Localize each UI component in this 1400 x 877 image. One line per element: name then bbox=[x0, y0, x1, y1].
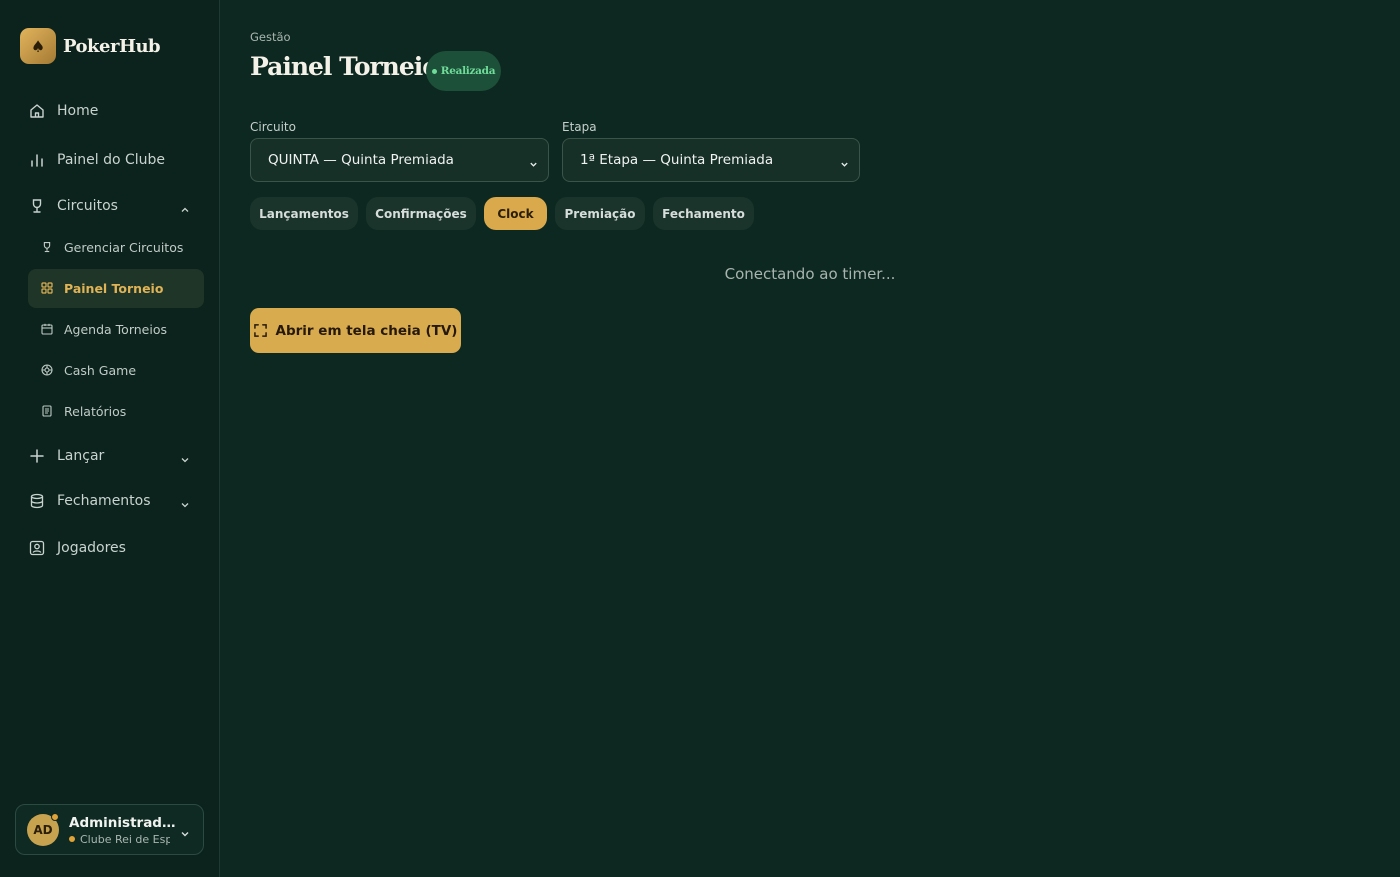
chevron-down-icon bbox=[180, 824, 190, 843]
home-icon bbox=[28, 102, 46, 120]
circuit-label: Circuito bbox=[250, 120, 296, 134]
sidebar-item-lancar[interactable]: Lançar bbox=[28, 437, 204, 475]
sidebar-item-label: Circuitos bbox=[57, 198, 118, 214]
online-status-dot bbox=[51, 813, 59, 821]
sidebar-item-label: Lançar bbox=[57, 448, 105, 464]
brand-name: PokerHub bbox=[63, 35, 161, 57]
tab-premiacao[interactable]: Premiação bbox=[555, 197, 645, 230]
breadcrumb: Gestão bbox=[250, 30, 291, 44]
page-title: Painel Torneio bbox=[250, 52, 439, 81]
sidebar-item-label: Painel do Clube bbox=[57, 152, 166, 168]
user-name: Administrador ... bbox=[69, 815, 179, 831]
status-badge: Realizada bbox=[426, 51, 501, 91]
sidebar-item-painel-clube[interactable]: Painel do Clube bbox=[28, 141, 204, 179]
status-badge-label: Realizada bbox=[440, 65, 496, 77]
stage-select-value: 1ª Etapa — Quinta Premiada bbox=[580, 152, 774, 168]
sidebar-item-jogadores[interactable]: Jogadores bbox=[28, 529, 204, 567]
database-icon bbox=[28, 492, 46, 510]
user-square-icon bbox=[28, 539, 46, 557]
tab-confirmacoes[interactable]: Confirmações bbox=[366, 197, 476, 230]
trophy-icon bbox=[28, 197, 46, 215]
sidebar-item-fechamentos[interactable]: Fechamentos bbox=[28, 482, 204, 520]
sidebar-item-label: Home bbox=[57, 103, 99, 119]
user-club: Clube Rei de Espadas bbox=[69, 833, 170, 846]
chip-icon bbox=[41, 361, 53, 380]
sidebar-subitem-gerenciar-circuitos[interactable]: Gerenciar Circuitos bbox=[28, 228, 204, 267]
bar-chart-icon bbox=[28, 151, 46, 169]
brand[interactable]: ♠ PokerHub bbox=[20, 28, 161, 64]
sidebar-item-home[interactable]: Home bbox=[28, 92, 204, 130]
tab-fechamento[interactable]: Fechamento bbox=[653, 197, 754, 230]
plus-icon bbox=[28, 447, 46, 465]
stage-label: Etapa bbox=[562, 120, 597, 134]
chevron-down-icon bbox=[180, 495, 190, 514]
spade-logo-icon: ♠ bbox=[20, 28, 56, 64]
sidebar-item-label: Fechamentos bbox=[57, 493, 151, 509]
sidebar: ♠ PokerHub Home Painel do Clube Circuito… bbox=[0, 0, 220, 877]
circuit-select-value: QUINTA — Quinta Premiada bbox=[268, 152, 454, 168]
club-status-dot bbox=[69, 836, 75, 842]
sidebar-subitem-label: Relatórios bbox=[64, 404, 127, 419]
status-dot bbox=[431, 68, 437, 74]
chevron-down-icon bbox=[529, 157, 538, 173]
grid-icon bbox=[41, 279, 53, 298]
sidebar-subitem-label: Cash Game bbox=[64, 363, 137, 378]
sidebar-subitem-label: Gerenciar Circuitos bbox=[64, 240, 184, 255]
trophy-icon bbox=[41, 238, 53, 257]
fullscreen-tv-button[interactable]: Abrir em tela cheia (TV) bbox=[250, 308, 461, 353]
sidebar-item-circuitos[interactable]: Circuitos bbox=[28, 187, 204, 225]
sidebar-subitem-painel-torneio[interactable]: Painel Torneio bbox=[28, 269, 204, 308]
sidebar-subitem-agenda-torneios[interactable]: Agenda Torneios bbox=[28, 310, 204, 349]
sidebar-item-label: Jogadores bbox=[57, 540, 126, 556]
sidebar-subitem-relatorios[interactable]: Relatórios bbox=[28, 392, 204, 431]
fullscreen-icon bbox=[253, 324, 267, 337]
sidebar-subitem-cash-game[interactable]: Cash Game bbox=[28, 351, 204, 390]
tab-clock[interactable]: Clock bbox=[484, 197, 547, 230]
stage-select[interactable]: 1ª Etapa — Quinta Premiada bbox=[562, 138, 860, 182]
chevron-down-icon bbox=[840, 157, 849, 173]
user-menu[interactable]: AD Administrador ... Clube Rei de Espada… bbox=[15, 804, 204, 855]
user-club-label: Clube Rei de Espadas bbox=[80, 833, 170, 846]
timer-connection-status: Conectando ao timer... bbox=[724, 265, 896, 283]
report-icon bbox=[41, 402, 53, 421]
tab-lancamentos[interactable]: Lançamentos bbox=[250, 197, 358, 230]
calendar-icon bbox=[41, 320, 53, 339]
fullscreen-tv-button-label: Abrir em tela cheia (TV) bbox=[275, 322, 458, 339]
sidebar-subitem-label: Painel Torneio bbox=[64, 281, 164, 296]
circuit-select[interactable]: QUINTA — Quinta Premiada bbox=[250, 138, 549, 182]
sidebar-subitem-label: Agenda Torneios bbox=[64, 322, 167, 337]
chevron-up-icon bbox=[180, 200, 190, 219]
chevron-down-icon bbox=[180, 450, 190, 469]
